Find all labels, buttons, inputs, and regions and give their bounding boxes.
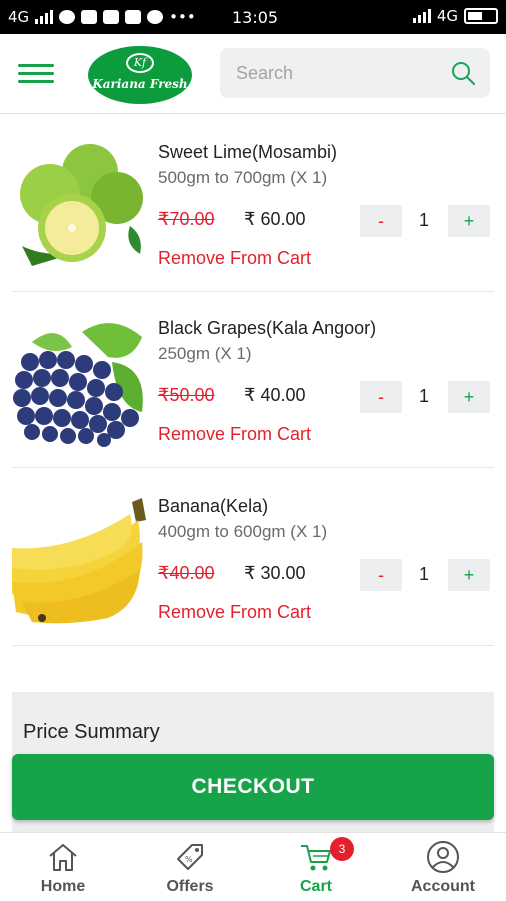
signal-icon-2 xyxy=(412,9,431,23)
sale-price: ₹ 40.00 xyxy=(244,385,306,405)
black-grapes-image xyxy=(13,323,143,447)
original-price: ₹70.00 xyxy=(158,209,215,229)
product-variant: 400gm to 600gm (X 1) xyxy=(158,522,328,541)
nav-cart[interactable]: Cart xyxy=(253,833,379,901)
search-input[interactable] xyxy=(236,61,436,85)
nav-account-label: Account xyxy=(411,878,475,895)
product-name: Black Grapes(Kala Angoor) xyxy=(158,318,377,338)
divider xyxy=(12,645,494,646)
quantity-stepper: - 1 + xyxy=(360,205,490,237)
increase-button[interactable]: + xyxy=(448,205,490,237)
cart-item: Black Grapes(Kala Angoor) 250gm (X 1) ₹5… xyxy=(0,292,506,468)
mail-icon xyxy=(81,10,98,24)
home-icon xyxy=(49,844,77,871)
app-icon-2 xyxy=(125,10,142,24)
remove-from-cart-link[interactable]: Remove From Cart xyxy=(158,248,311,269)
cart-icon xyxy=(301,845,331,871)
nav-home[interactable]: Home xyxy=(0,833,126,901)
decrease-button[interactable]: - xyxy=(360,559,402,591)
status-right: 4G xyxy=(412,7,498,25)
svg-text:%: % xyxy=(185,855,193,864)
product-variant: 500gm to 700gm (X 1) xyxy=(158,168,328,187)
whatsapp-icon xyxy=(59,10,76,24)
sweet-lime-image xyxy=(20,144,143,266)
banana-image xyxy=(12,498,146,624)
status-bar: 4G ••• 13:05 4G xyxy=(0,0,506,34)
quantity-stepper: - 1 + xyxy=(360,381,490,413)
nav-account[interactable]: Account xyxy=(380,833,506,901)
search-icon[interactable] xyxy=(450,60,476,86)
product-name: Banana(Kela) xyxy=(158,496,269,516)
decrease-button[interactable]: - xyxy=(360,381,402,413)
nav-offers[interactable]: % Offers xyxy=(127,833,253,901)
app-header: Kf Kariana Fresh xyxy=(0,34,506,114)
logo-text: Kariana Fresh xyxy=(92,77,188,91)
product-variant: 250gm (X 1) xyxy=(158,344,252,363)
nav-home-label: Home xyxy=(40,878,86,895)
increase-button[interactable]: + xyxy=(448,381,490,413)
original-price: ₹50.00 xyxy=(158,385,215,405)
nav-offers-label: Offers xyxy=(166,878,214,895)
battery-icon xyxy=(464,8,498,24)
status-left: 4G ••• xyxy=(8,8,196,26)
network-label-2: 4G xyxy=(436,7,458,25)
increase-button[interactable]: + xyxy=(448,559,490,591)
sale-price: ₹ 60.00 xyxy=(244,209,306,229)
search-bar[interactable] xyxy=(220,48,490,98)
app-icon xyxy=(103,10,120,24)
remove-from-cart-link[interactable]: Remove From Cart xyxy=(158,424,311,445)
menu-icon-line xyxy=(18,72,54,75)
quantity-value: 1 xyxy=(418,210,429,230)
nav-cart-label: Cart xyxy=(299,878,332,895)
logo-monogram: Kf xyxy=(126,53,154,73)
price-summary-title: Price Summary xyxy=(23,721,160,743)
quantity-stepper: - 1 + xyxy=(360,559,490,591)
bottom-nav: Home % Offers Cart 3 Account xyxy=(0,832,506,900)
cart-item: Banana(Kela) 400gm to 600gm (X 1) ₹40.00… xyxy=(0,470,506,646)
quantity-value: 1 xyxy=(418,386,429,406)
cart-item: Sweet Lime(Mosambi) 500gm to 700gm (X 1)… xyxy=(0,116,506,292)
remove-from-cart-link[interactable]: Remove From Cart xyxy=(158,602,311,623)
account-icon xyxy=(427,841,459,873)
brand-logo[interactable]: Kf Kariana Fresh xyxy=(88,46,192,104)
clock: 13:05 xyxy=(232,8,279,27)
checkout-button[interactable]: CHECKOUT xyxy=(12,754,494,820)
original-price: ₹40.00 xyxy=(158,563,215,583)
product-name: Sweet Lime(Mosambi) xyxy=(158,142,338,162)
menu-icon-line xyxy=(18,80,54,83)
quantity-value: 1 xyxy=(418,564,429,584)
menu-button[interactable] xyxy=(18,64,54,86)
offers-tag-icon: % xyxy=(177,844,203,870)
sale-price: ₹ 30.00 xyxy=(244,563,306,583)
signal-icon xyxy=(35,10,54,24)
menu-icon xyxy=(18,64,54,67)
cart-count-badge: 3 xyxy=(330,837,354,861)
more-icon: ••• xyxy=(169,8,196,26)
divider xyxy=(12,467,494,468)
network-label: 4G xyxy=(8,8,30,26)
decrease-button[interactable]: - xyxy=(360,205,402,237)
chat-icon xyxy=(147,10,164,24)
